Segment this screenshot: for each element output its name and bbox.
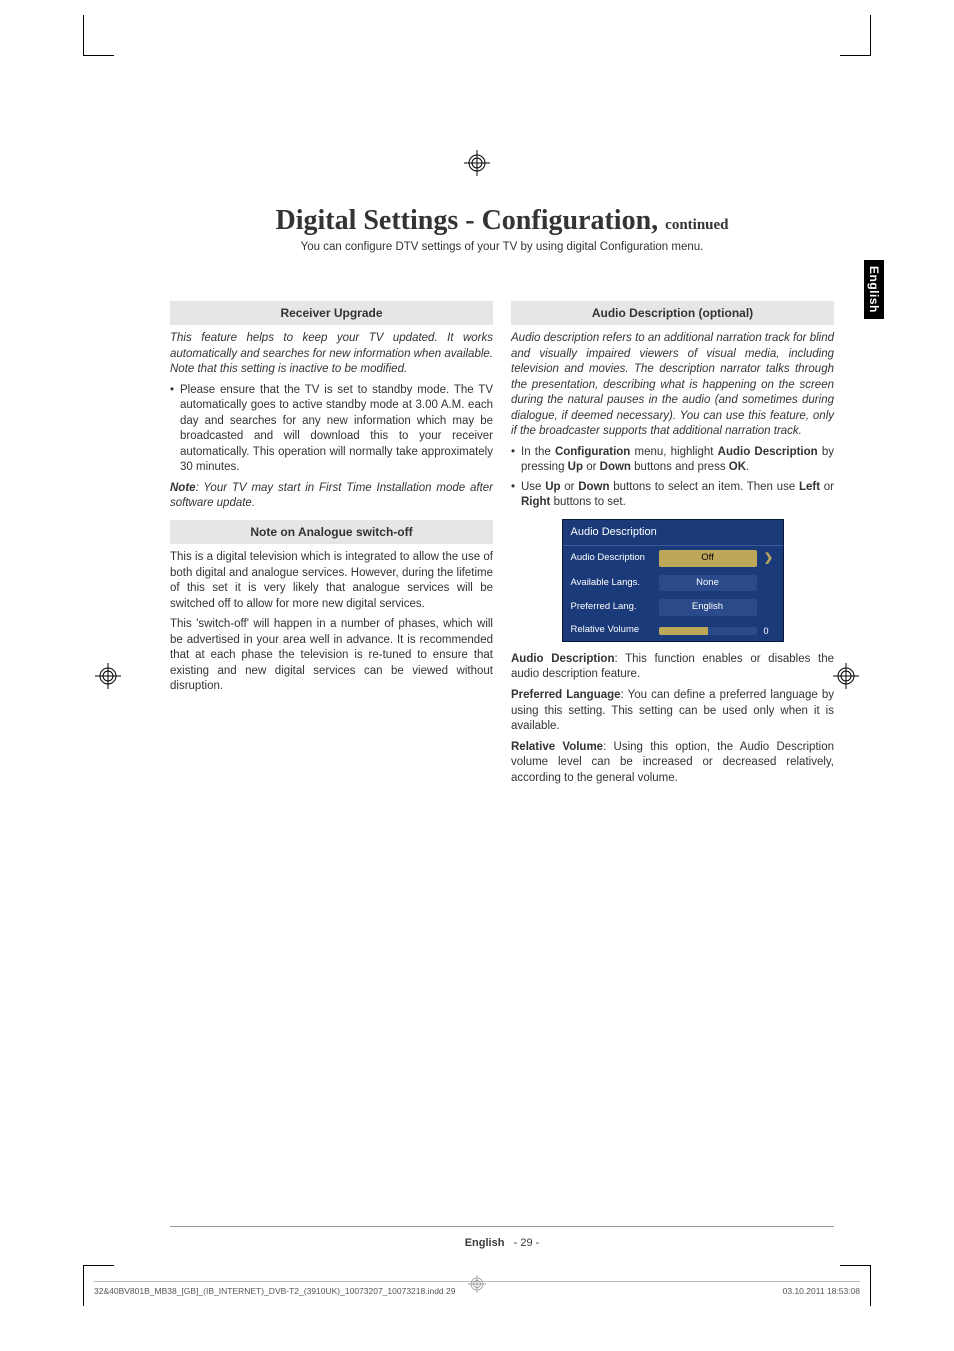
text-bold: Audio Description xyxy=(718,446,818,458)
text: buttons and press xyxy=(631,461,729,473)
text: Use xyxy=(521,481,545,493)
language-tab: English xyxy=(864,260,884,319)
osd-menu-row: Relative Volume xyxy=(563,620,783,641)
page-content: Digital Settings - Configuration, contin… xyxy=(170,205,834,1221)
text: or xyxy=(820,481,834,493)
chevron-right-icon: ❯ xyxy=(763,551,775,566)
section-heading-audio-description: Audio Description (optional) xyxy=(511,301,834,325)
text-bold: Configuration xyxy=(555,446,630,458)
imprint-file: 32&40BV801B_MB38_[GB]_(IB_INTERNET)_DVB-… xyxy=(94,1286,455,1296)
registration-mark-icon xyxy=(95,663,121,689)
receiver-upgrade-intro: This feature helps to keep your TV updat… xyxy=(170,331,493,378)
osd-row-label: Relative Volume xyxy=(571,624,653,637)
audio-desc-bullet-2: Use Up or Down buttons to select an item… xyxy=(511,480,834,511)
osd-row-label: Available Langs. xyxy=(571,577,653,590)
text: . xyxy=(746,461,749,473)
osd-slider xyxy=(659,627,757,635)
osd-row-value: English xyxy=(659,599,757,616)
text-bold: Up xyxy=(545,481,560,493)
desc-preferred-language: Preferred Language: You can define a pre… xyxy=(511,688,834,735)
analogue-para-2: This 'switch-off' will happen in a numbe… xyxy=(170,617,493,695)
note-text: : Your TV may start in First Time Instal… xyxy=(170,482,493,510)
page-subtitle: You can configure DTV settings of your T… xyxy=(170,241,834,253)
text-bold: Down xyxy=(600,461,631,473)
audio-desc-intro: Audio description refers to an additiona… xyxy=(511,331,834,440)
osd-menu-audio-description: Audio Description Audio Description Off … xyxy=(562,519,784,642)
osd-menu-row: Audio Description Off ❯ xyxy=(563,546,783,571)
text: buttons to set. xyxy=(550,496,625,508)
left-column: Receiver Upgrade This feature helps to k… xyxy=(170,293,493,791)
receiver-upgrade-bullet: Please ensure that the TV is set to stan… xyxy=(170,383,493,476)
osd-menu-row: Preferred Lang. English xyxy=(563,595,783,620)
page-footer: English - 29 - xyxy=(170,1237,834,1249)
osd-row-label: Audio Description xyxy=(571,552,653,565)
section-heading-analogue-switchoff: Note on Analogue switch-off xyxy=(170,520,493,544)
desc-audio-description: Audio Description: This function enables… xyxy=(511,652,834,683)
footer-divider xyxy=(170,1226,834,1227)
osd-row-label: Preferred Lang. xyxy=(571,601,653,614)
osd-row-value: None xyxy=(659,575,757,592)
text-bold: Down xyxy=(578,481,609,493)
note-label: Note xyxy=(170,482,196,494)
osd-row-value: Off xyxy=(659,550,757,567)
text-bold: Right xyxy=(521,496,550,508)
text: In the xyxy=(521,446,555,458)
registration-mark-icon xyxy=(833,663,859,689)
registration-mark-icon xyxy=(468,1275,486,1298)
footer-language: English xyxy=(465,1237,505,1249)
analogue-para-1: This is a digital television which is in… xyxy=(170,550,493,612)
section-heading-receiver-upgrade: Receiver Upgrade xyxy=(170,301,493,325)
registration-mark-icon xyxy=(464,150,490,176)
title-continued: continued xyxy=(665,217,728,233)
text: or xyxy=(561,481,579,493)
page-title: Digital Settings - Configuration, contin… xyxy=(170,205,834,237)
text-bold: OK xyxy=(729,461,746,473)
title-main: Digital Settings - Configuration, xyxy=(275,205,658,236)
footer-page-number: - 29 - xyxy=(514,1237,540,1249)
osd-menu-title: Audio Description xyxy=(563,520,783,546)
osd-menu-row: Available Langs. None xyxy=(563,571,783,596)
audio-desc-bullet-1: In the Configuration menu, highlight Aud… xyxy=(511,445,834,476)
text-bold: Up xyxy=(568,461,583,473)
imprint-date: 03.10.2011 18:53:08 xyxy=(783,1286,860,1296)
term: Preferred Language xyxy=(511,689,621,701)
receiver-upgrade-note: Note: Your TV may start in First Time In… xyxy=(170,481,493,512)
crop-mark xyxy=(83,15,114,56)
term: Relative Volume xyxy=(511,741,603,753)
text-bold: Left xyxy=(799,481,820,493)
text: buttons to select an item. Then use xyxy=(610,481,799,493)
content-columns: Receiver Upgrade This feature helps to k… xyxy=(170,293,834,791)
text: menu, highlight xyxy=(630,446,717,458)
crop-mark xyxy=(840,15,871,56)
text: or xyxy=(583,461,600,473)
desc-relative-volume: Relative Volume: Using this option, the … xyxy=(511,740,834,787)
right-column: Audio Description (optional) Audio descr… xyxy=(511,293,834,791)
term: Audio Description xyxy=(511,653,614,665)
